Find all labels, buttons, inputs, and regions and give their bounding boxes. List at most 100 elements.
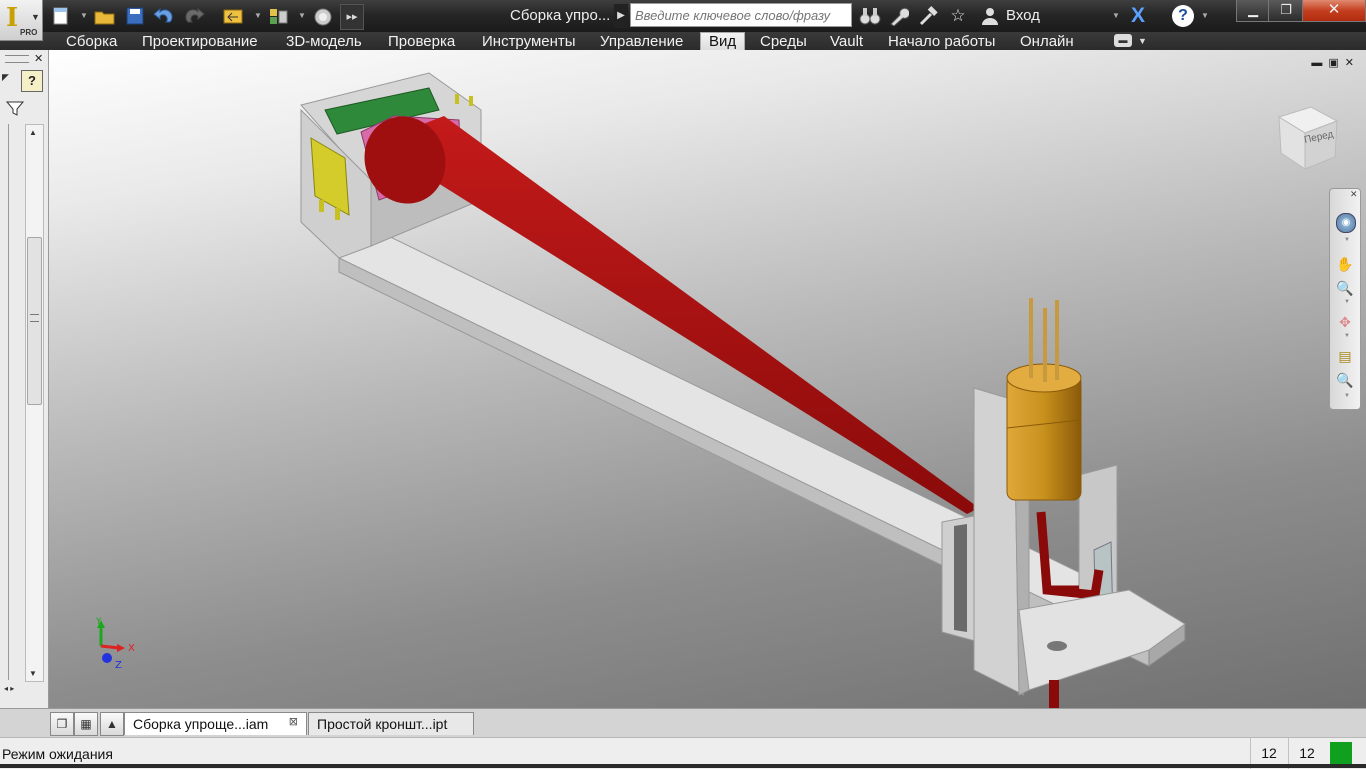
redo-icon[interactable]	[182, 4, 208, 28]
open-icon[interactable]	[94, 4, 118, 28]
help-search-icon[interactable]: ?	[21, 70, 43, 92]
right-base-block	[1018, 589, 1186, 691]
title-bar: I ▼ PRO ▼ ▼ ▼ ▸▸ Сборка упро... ▶ ☆	[0, 0, 1366, 41]
connector-pin	[455, 94, 459, 104]
steering-wheel-icon[interactable]: ◉	[1336, 213, 1356, 233]
app-menu-arrow-icon: ▼	[31, 12, 40, 22]
open-documents-icon[interactable]: ▲	[100, 712, 124, 736]
coordinate-triad: Y X Z	[95, 617, 135, 671]
panel-menu-arrow-icon[interactable]: ◤	[2, 72, 9, 83]
app-logo-icon: I	[6, 3, 19, 33]
exchange-icon[interactable]: X	[1126, 4, 1150, 28]
scroll-thumb[interactable]	[27, 237, 42, 405]
close-button[interactable]: ✕	[1302, 0, 1366, 22]
connector-pin	[319, 200, 324, 212]
tab-assembly[interactable]: Сборка	[66, 33, 117, 50]
ribbon-display-dropdown-icon[interactable]: ▼	[1138, 33, 1147, 49]
tab-environments[interactable]: Среды	[760, 33, 807, 50]
triad-z-label: Z	[115, 660, 122, 671]
appearance-icon[interactable]	[312, 4, 336, 28]
ribbon-display-icon[interactable]: ▬	[1114, 34, 1132, 47]
tab-3d-model[interactable]: 3D-модель	[286, 33, 362, 50]
tab-view[interactable]: Вид	[700, 32, 746, 50]
status-text: Режим ожидания	[2, 746, 113, 762]
navigation-bar: ✕ ◉ ▼ ✋ 🔍 ▼ ✥ ▼ ▤ 🔍 ▼	[1329, 188, 1361, 410]
scroll-thumb-grip	[30, 314, 39, 322]
zoom-icon[interactable]: 🔍	[1336, 279, 1354, 297]
binoculars-icon[interactable]	[858, 4, 882, 28]
look-at-icon[interactable]: ▤	[1336, 347, 1354, 365]
tab-inspect[interactable]: Проверка	[388, 33, 455, 50]
connector-pin	[335, 208, 340, 220]
connector-pin	[469, 96, 473, 106]
tree-line	[8, 124, 9, 680]
status-indicator	[1330, 742, 1352, 766]
zoom-dropdown-icon[interactable]: ▼	[1344, 299, 1350, 305]
laser-pin	[1043, 308, 1047, 382]
navbar-close-icon[interactable]: ✕	[1350, 189, 1358, 200]
panel-close-icon[interactable]: ✕	[34, 52, 43, 65]
model-browser-panel: ✕ ◤ ? ▲ ▼ ◂ ▸	[0, 50, 49, 708]
new-icon[interactable]	[50, 4, 74, 28]
orbit-dropdown-icon[interactable]: ▼	[1344, 333, 1350, 339]
help-dropdown-icon[interactable]: ▼	[1201, 6, 1209, 26]
assembly-model[interactable]	[49, 50, 1366, 708]
tile-windows-icon[interactable]: ▦	[74, 712, 98, 736]
minimize-button[interactable]: ▁	[1236, 0, 1270, 22]
triad-x-label: X	[128, 643, 135, 654]
tab-get-started[interactable]: Начало работы	[888, 33, 995, 50]
user-icon[interactable]	[978, 4, 1002, 28]
zoom-window-icon[interactable]: 🔍	[1336, 371, 1354, 389]
right-mount-plate-face	[954, 524, 967, 632]
undo-icon[interactable]	[152, 4, 178, 28]
panel-grip[interactable]	[5, 55, 29, 63]
document-tab-bracket[interactable]: Простой кроншт...ipt	[308, 712, 474, 735]
document-tab-label: Сборка упроще...iam	[133, 716, 269, 732]
title-expand-icon[interactable]: ▶	[614, 4, 628, 28]
bom-icon[interactable]	[268, 4, 294, 28]
hammer-icon[interactable]	[916, 4, 940, 28]
search-input[interactable]	[630, 3, 852, 27]
pan-icon[interactable]: ✋	[1336, 255, 1354, 273]
laser-pin	[1029, 298, 1033, 378]
navbar-dropdown-icon[interactable]: ▼	[1344, 237, 1350, 243]
laser-coil-body	[1006, 374, 1082, 501]
wrench-icon[interactable]	[886, 4, 911, 28]
help-icon[interactable]: ?	[1172, 5, 1194, 27]
restore-button[interactable]: ❐	[1268, 0, 1304, 22]
scroll-down-icon[interactable]: ▼	[29, 669, 37, 678]
graphics-viewport[interactable]: ▬▣✕ Перед ✕ ◉ ▼ ✋ 🔍 ▼ ✥ ▼ ▤ 🔍 ▼ Y X Z	[49, 50, 1366, 708]
cascade-windows-icon[interactable]: ❐	[50, 712, 74, 736]
tab-close-icon[interactable]: ⊠	[289, 711, 298, 734]
return-dropdown-icon[interactable]: ▼	[254, 6, 262, 26]
tab-manage[interactable]: Управление	[600, 33, 683, 50]
bom-dropdown-icon[interactable]: ▼	[298, 6, 306, 26]
fiber-tail	[1049, 680, 1059, 708]
scroll-up-icon[interactable]: ▲	[29, 128, 37, 137]
tab-tools[interactable]: Инструменты	[482, 33, 576, 50]
viewport-window-controls[interactable]: ▬▣✕	[1311, 56, 1360, 69]
tab-vault[interactable]: Vault	[830, 33, 863, 50]
document-title: Сборка упро...	[510, 7, 611, 24]
star-icon[interactable]: ☆	[946, 4, 970, 28]
login-dropdown-icon[interactable]: ▼	[1112, 6, 1120, 26]
mount-hole	[1047, 641, 1067, 651]
tab-design[interactable]: Проектирование	[142, 33, 258, 50]
more-icon[interactable]: ▸▸	[340, 4, 364, 30]
document-tab-assembly[interactable]: Сборка упроще...iam ⊠	[124, 712, 307, 735]
tab-online[interactable]: Онлайн	[1020, 33, 1074, 50]
browser-scrollbar[interactable]: ▲ ▼	[25, 124, 44, 682]
document-tab-label: Простой кроншт...ipt	[317, 716, 448, 732]
horizontal-scroll-arrows[interactable]: ◂ ▸	[4, 684, 14, 693]
navbar-customize-icon[interactable]: ▼	[1344, 393, 1350, 399]
new-dropdown-icon[interactable]: ▼	[80, 6, 88, 26]
save-icon[interactable]	[124, 4, 148, 28]
document-tab-bar: ❐ ▦ ▲ Сборка упроще...iam ⊠ Простой крон…	[0, 708, 1366, 737]
orbit-icon[interactable]: ✥	[1336, 313, 1354, 331]
laser-pin	[1055, 300, 1059, 380]
ribbon-tab-bar: Сборка Проектирование 3D-модель Проверка…	[0, 32, 1366, 50]
filter-icon[interactable]	[5, 100, 25, 120]
application-menu-button[interactable]: I ▼ PRO	[0, 0, 43, 41]
return-icon[interactable]	[222, 4, 248, 28]
login-link[interactable]: Вход	[1006, 4, 1040, 28]
